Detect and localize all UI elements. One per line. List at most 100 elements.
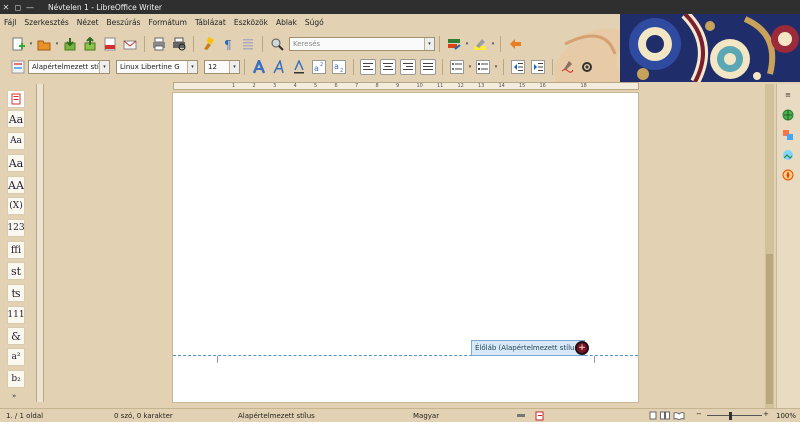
save-button[interactable]	[62, 36, 78, 52]
bullet-list-button[interactable]	[449, 59, 465, 75]
fontwork-item-0[interactable]: Aa	[7, 110, 25, 128]
font-name-arrow[interactable]: ▾	[187, 61, 197, 73]
status-language[interactable]: Magyar	[413, 412, 439, 420]
menu-edit[interactable]: Szerkesztés	[24, 18, 68, 27]
paragraph-settings-button[interactable]	[579, 59, 595, 75]
fontwork-item-4[interactable]: (X)	[7, 197, 25, 215]
align-left-button[interactable]	[360, 59, 376, 75]
multi-page-view-icon[interactable]	[660, 411, 670, 422]
navigator-button[interactable]	[781, 168, 795, 182]
spellcheck-button[interactable]	[559, 59, 575, 75]
align-center-button[interactable]	[380, 59, 396, 75]
book-view-icon[interactable]	[673, 411, 685, 422]
fontwork-item-6[interactable]: ffi	[7, 241, 25, 259]
fontwork-item-3[interactable]: AA	[7, 176, 25, 194]
numbered-list-button[interactable]	[475, 59, 491, 75]
new-dropdown-arrow[interactable]: ▾	[28, 36, 34, 52]
menu-help[interactable]: Súgó	[305, 18, 324, 27]
superscript-button[interactable]: a2	[311, 59, 327, 75]
align-right-button[interactable]	[400, 59, 416, 75]
vertical-ruler[interactable]	[36, 84, 44, 402]
clone-formatting-button[interactable]	[200, 36, 216, 52]
zoom-slider[interactable]	[707, 415, 762, 416]
status-page-count[interactable]: 1. / 1 oldal	[6, 412, 43, 420]
zoom-level[interactable]: 100%	[776, 412, 796, 420]
highlight-button[interactable]	[472, 36, 488, 52]
selection-mode-icon[interactable]	[516, 411, 526, 422]
footer-label[interactable]: Élőláb (Alapértelmezett stílus)	[471, 340, 585, 356]
fontwork-item-2[interactable]: Aa	[7, 154, 25, 172]
paragraph-style-select[interactable]: Alapértelmezett stí ▾	[28, 60, 110, 74]
horizontal-ruler[interactable]: 1 2 3 4 5 6 7 8 9 10 11 12 13 14 15 16 18	[173, 82, 639, 90]
gallery-button[interactable]	[781, 148, 795, 162]
sidebar-more-chevron-icon[interactable]: »	[12, 392, 16, 400]
underline-button[interactable]	[291, 59, 307, 75]
numbered-list-dropdown[interactable]: ▾	[493, 59, 499, 75]
zoom-in-button[interactable]: +	[763, 410, 769, 418]
increase-indent-button[interactable]	[530, 59, 546, 75]
fontwork-item-8[interactable]: ʦ	[7, 284, 25, 302]
styles-deck-icon	[783, 130, 793, 140]
insert-chart-button[interactable]	[446, 36, 462, 52]
styles-button[interactable]	[10, 59, 26, 75]
undo-button[interactable]	[507, 36, 523, 52]
menu-file[interactable]: Fájl	[4, 18, 16, 27]
export-pdf-button[interactable]	[102, 36, 118, 52]
find-replace-button[interactable]	[269, 36, 285, 52]
subscript-button[interactable]: a2	[331, 59, 347, 75]
svg-text:a: a	[334, 62, 339, 71]
document-page[interactable]: Élőláb (Alapértelmezett stílus) +	[173, 93, 638, 402]
close-window-button[interactable]: ✕	[0, 0, 12, 14]
document-modified-icon[interactable]	[535, 411, 545, 422]
restore-window-button[interactable]: ◻	[12, 0, 24, 14]
open-button[interactable]	[36, 36, 52, 52]
fontwork-item-1[interactable]: Aa	[7, 132, 25, 150]
menu-table[interactable]: Táblázat	[195, 18, 226, 27]
text-boundaries-button[interactable]	[240, 36, 256, 52]
bullet-list-dropdown[interactable]: ▾	[467, 59, 473, 75]
bold-button[interactable]	[251, 59, 267, 75]
formatting-marks-button[interactable]: ¶	[220, 36, 236, 52]
chart-dropdown-arrow[interactable]: ▾	[464, 36, 470, 52]
fontwork-item-9[interactable]: 111	[7, 306, 25, 324]
menu-tools[interactable]: Eszközök	[234, 18, 268, 27]
search-dropdown-arrow[interactable]: ▾	[424, 38, 434, 50]
fontwork-item-5[interactable]: 123	[7, 219, 25, 237]
fontwork-item-11[interactable]: a²	[7, 348, 25, 366]
properties-button[interactable]	[781, 108, 795, 122]
font-size-select[interactable]: 12 ▾	[204, 60, 240, 74]
menu-format[interactable]: Formátum	[148, 18, 187, 27]
print-button[interactable]	[151, 36, 167, 52]
menu-view[interactable]: Nézet	[77, 18, 99, 27]
font-name-select[interactable]: Linux Libertine G ▾	[116, 60, 198, 74]
status-page-style[interactable]: Alapértelmezett stílus	[238, 412, 315, 420]
new-document-button[interactable]	[10, 36, 26, 52]
menu-insert[interactable]: Beszúrás	[107, 18, 141, 27]
search-input[interactable]: Keresés ▾	[289, 37, 435, 51]
fontwork-item-10[interactable]: &	[7, 327, 25, 345]
zoom-out-button[interactable]: −	[696, 410, 702, 418]
vertical-scrollbar[interactable]	[765, 84, 774, 408]
sidebar-handle-button[interactable]	[7, 90, 25, 108]
decrease-indent-button[interactable]	[510, 59, 526, 75]
styles-deck-button[interactable]	[781, 128, 795, 142]
single-page-view-icon[interactable]	[649, 411, 657, 422]
paragraph-style-arrow[interactable]: ▾	[99, 61, 109, 73]
email-button[interactable]	[122, 36, 138, 52]
fontwork-item-12[interactable]: b₂	[7, 370, 25, 388]
highlight-dropdown-arrow[interactable]: ▾	[490, 36, 496, 52]
fontwork-item-7[interactable]: st	[7, 262, 25, 280]
open-dropdown-arrow[interactable]: ▾	[54, 36, 60, 52]
minimize-window-button[interactable]: —	[24, 0, 36, 14]
italic-button[interactable]	[271, 59, 287, 75]
print-preview-button[interactable]	[171, 36, 187, 52]
justify-button[interactable]	[420, 59, 436, 75]
export-button[interactable]	[82, 36, 98, 52]
menu-window[interactable]: Ablak	[276, 18, 297, 27]
zoom-slider-knob[interactable]	[729, 412, 732, 420]
add-footer-button[interactable]: +	[575, 341, 589, 355]
scrollbar-thumb[interactable]	[766, 254, 773, 404]
status-word-count[interactable]: 0 szó, 0 karakter	[114, 412, 173, 420]
font-size-arrow[interactable]: ▾	[229, 61, 239, 73]
deck-menu-icon[interactable]: ≡	[781, 88, 795, 102]
